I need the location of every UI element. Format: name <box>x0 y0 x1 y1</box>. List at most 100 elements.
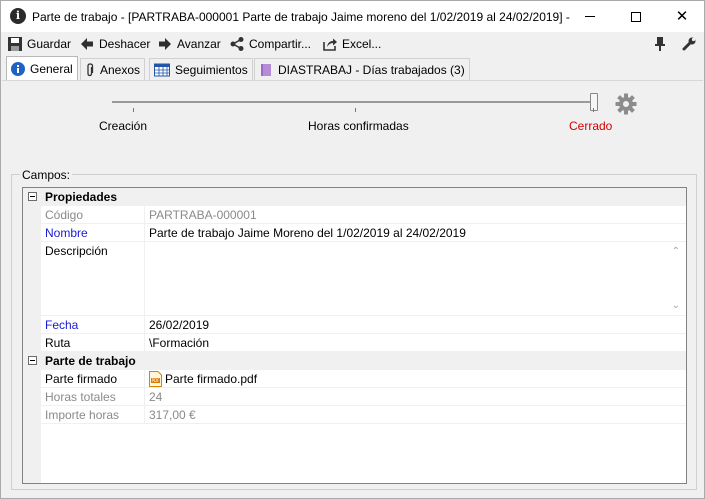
status-slider-thumb[interactable] <box>590 93 598 111</box>
row-nombre[interactable]: Nombre Parte de trabajo Jaime Moreno del… <box>23 224 686 242</box>
info-icon <box>11 61 25 76</box>
undo-label: Deshacer <box>99 37 151 51</box>
tab-strip: General Anexos Seguimientos DIASTRABAJ -… <box>1 56 704 80</box>
close-button[interactable]: ✕ <box>659 1 705 32</box>
save-button[interactable]: Guardar <box>7 35 71 53</box>
gear-icon <box>615 93 637 115</box>
row-ruta[interactable]: Ruta \Formación <box>23 334 686 352</box>
row-parte-firmado[interactable]: Parte firmado PDF Parte firmado.pdf <box>23 370 686 388</box>
folder-icon <box>261 63 271 76</box>
pin-button[interactable] <box>653 36 667 55</box>
row-gutter <box>23 406 41 423</box>
field-value-nombre[interactable]: Parte de trabajo Jaime Moreno del 1/02/2… <box>146 224 686 241</box>
attachment-filename: Parte firmado.pdf <box>165 372 258 386</box>
row-gutter <box>23 224 41 241</box>
status-track <box>112 101 596 103</box>
field-value-descripcion[interactable] <box>146 242 686 315</box>
campos-label: Campos: <box>20 168 73 182</box>
row-importe-horas[interactable]: Importe horas 317,00 € <box>23 406 686 424</box>
row-gutter <box>23 206 41 223</box>
tools-button[interactable] <box>681 36 697 55</box>
field-value-horas-totales: 24 <box>149 390 163 404</box>
category-label: Propiedades <box>45 190 118 204</box>
share-button[interactable]: Compartir... <box>229 35 311 53</box>
pdf-file-icon: PDF <box>149 371 162 387</box>
share-label: Compartir... <box>249 37 312 51</box>
row-gutter <box>23 334 41 351</box>
pin-icon <box>655 37 665 51</box>
undo-button[interactable]: Deshacer <box>79 35 150 53</box>
step-cerrado: Cerrado <box>569 119 613 133</box>
tab-general-label: General <box>30 61 73 76</box>
step-tick <box>133 108 134 112</box>
field-name: Nombre <box>41 224 145 241</box>
field-name: Código <box>41 206 145 223</box>
tab-diastrabaj-label: DIASTRABAJ - Días trabajados (3) <box>278 62 465 77</box>
field-name: Horas totales <box>41 388 145 405</box>
category-label: Parte de trabajo <box>45 354 136 368</box>
minimize-icon <box>585 16 595 17</box>
tab-seguimientos-label: Seguimientos <box>175 62 248 77</box>
row-horas-totales[interactable]: Horas totales 24 <box>23 388 686 406</box>
field-name: Parte firmado <box>41 370 145 387</box>
tab-anexos-label: Anexos <box>100 62 141 77</box>
tab-general[interactable]: General <box>6 56 78 80</box>
toolbar: Guardar Deshacer Avanzar Compartir... Ex… <box>1 32 704 56</box>
row-gutter <box>23 316 41 333</box>
field-value-importe-horas: 317,00 € <box>149 408 196 422</box>
grid-empty-area <box>23 424 686 483</box>
window: i Parte de trabajo - [PARTRABA-000001 Pa… <box>0 0 705 499</box>
share-icon <box>230 37 244 51</box>
collapse-icon[interactable] <box>28 356 37 365</box>
calendar-icon <box>154 63 170 76</box>
arrow-left-icon <box>81 38 93 50</box>
tab-diastrabaj[interactable]: DIASTRABAJ - Días trabajados (3) <box>254 58 470 80</box>
field-name: Ruta <box>41 334 145 351</box>
field-name: Fecha <box>41 316 145 333</box>
forward-button[interactable]: Avanzar <box>157 35 221 53</box>
step-tick <box>593 108 594 112</box>
field-name: Descripción <box>41 242 145 315</box>
maximize-button[interactable] <box>613 1 659 32</box>
excel-button[interactable]: Excel... <box>322 35 381 53</box>
step-creacion: Creación <box>99 119 148 133</box>
paperclip-icon <box>87 62 94 76</box>
info-icon: i <box>10 8 26 24</box>
collapse-icon[interactable] <box>28 192 37 201</box>
export-icon <box>323 38 337 51</box>
minimize-button[interactable] <box>567 1 613 32</box>
forward-label: Avanzar <box>177 37 221 51</box>
tab-anexos[interactable]: Anexos <box>80 58 146 80</box>
step-horas-confirmadas: Horas confirmadas <box>308 119 409 133</box>
general-panel: Creación Horas confirmadas Cerrado Campo… <box>2 80 703 498</box>
floppy-disk-icon <box>8 37 22 51</box>
window-title: Parte de trabajo - [PARTRABA-000001 Part… <box>32 10 572 24</box>
workflow-settings-button[interactable] <box>615 93 637 118</box>
field-value-codigo: PARTRABA-000001 <box>149 208 257 222</box>
grid-gutter <box>23 424 41 483</box>
arrow-right-icon <box>159 38 171 50</box>
row-gutter <box>23 242 41 315</box>
row-fecha[interactable]: Fecha 26/02/2019 <box>23 316 686 334</box>
scroll-down-icon[interactable]: ⌄ <box>672 300 680 311</box>
row-descripcion[interactable]: Descripción ⌃ ⌄ <box>23 242 686 316</box>
tab-seguimientos[interactable]: Seguimientos <box>149 58 253 80</box>
step-tick <box>355 108 356 112</box>
title-bar: i Parte de trabajo - [PARTRABA-000001 Pa… <box>1 1 704 32</box>
category-parte-de-trabajo[interactable]: Parte de trabajo <box>23 352 686 370</box>
save-label: Guardar <box>27 37 72 51</box>
wrench-icon <box>682 37 696 51</box>
field-value-fecha[interactable]: 26/02/2019 <box>146 316 686 333</box>
row-codigo[interactable]: Código PARTRABA-000001 <box>23 206 686 224</box>
svg-text:PDF: PDF <box>152 378 160 383</box>
maximize-icon <box>631 11 641 22</box>
category-propiedades[interactable]: Propiedades <box>23 188 686 206</box>
scroll-up-icon[interactable]: ⌃ <box>672 246 680 257</box>
field-value-ruta[interactable]: \Formación <box>146 334 686 351</box>
field-value-parte-firmado[interactable]: PDF Parte firmado.pdf <box>146 370 686 387</box>
excel-label: Excel... <box>342 37 382 51</box>
field-name: Importe horas <box>41 406 145 423</box>
row-gutter <box>23 388 41 405</box>
row-gutter <box>23 370 41 387</box>
close-icon: ✕ <box>675 7 689 25</box>
